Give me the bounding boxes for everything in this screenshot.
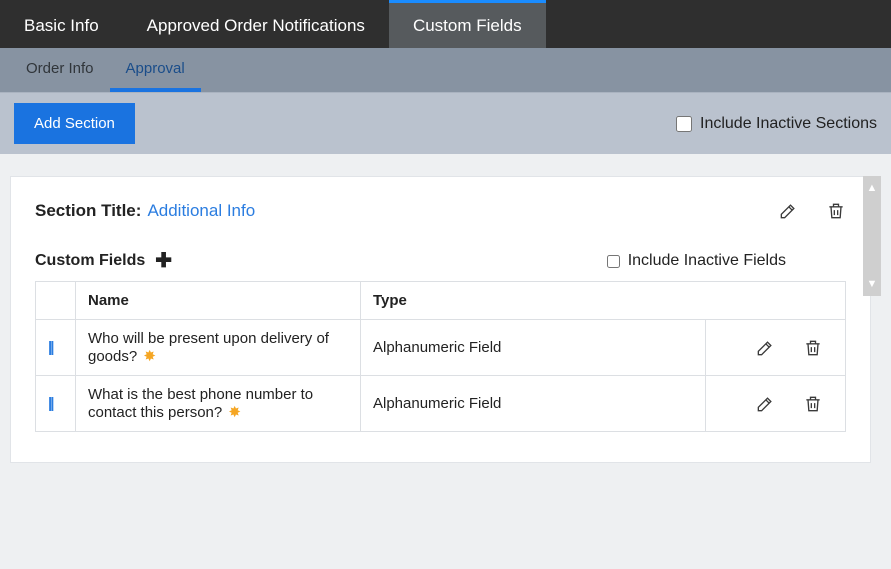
section-title-value[interactable]: Additional Info: [147, 201, 255, 221]
field-name-cell: Who will be present upon delivery of goo…: [76, 320, 361, 376]
column-header-type: Type: [361, 282, 846, 320]
field-name-cell: What is the best phone number to contact…: [76, 376, 361, 432]
required-star-icon: ✸: [143, 348, 156, 365]
trash-icon: [803, 338, 823, 358]
column-header-name: Name: [76, 282, 361, 320]
section-header: Section Title: Additional Info: [35, 201, 846, 221]
tab-custom-fields[interactable]: Custom Fields: [389, 0, 546, 48]
table-row: || What is the best phone number to cont…: [36, 376, 846, 432]
drag-handle-icon[interactable]: ||: [48, 395, 52, 412]
custom-fields-header: Custom Fields ✚ Include Inactive Fields: [35, 251, 846, 271]
edit-icon: [778, 201, 798, 221]
table-row: || Who will be present upon delivery of …: [36, 320, 846, 376]
trash-icon: [803, 394, 823, 414]
delete-section-button[interactable]: [826, 201, 846, 221]
edit-field-button[interactable]: [755, 394, 775, 414]
sub-tab-bar: Order Info Approval: [0, 48, 891, 92]
action-bar: Add Section Include Inactive Sections: [0, 92, 891, 154]
subtab-order-info[interactable]: Order Info: [10, 48, 110, 92]
custom-fields-table: Name Type || Who will be present upon de…: [35, 281, 846, 432]
include-inactive-sections-row[interactable]: Include Inactive Sections: [676, 115, 877, 133]
scroll-up-icon[interactable]: ▲: [867, 182, 878, 194]
scroll-down-icon[interactable]: ▼: [867, 278, 878, 290]
include-inactive-sections-checkbox[interactable]: [676, 116, 692, 132]
plus-icon: ✚: [155, 250, 172, 272]
edit-icon: [755, 394, 775, 414]
section-title-label: Section Title:: [35, 201, 141, 221]
field-name-text: Who will be present upon delivery of goo…: [88, 330, 329, 365]
drag-handle-icon[interactable]: ||: [48, 339, 52, 356]
include-inactive-sections-label: Include Inactive Sections: [700, 115, 877, 133]
edit-section-button[interactable]: [778, 201, 798, 221]
required-star-icon: ✸: [228, 404, 241, 421]
tab-basic-info[interactable]: Basic Info: [0, 0, 123, 48]
include-inactive-fields-label: Include Inactive Fields: [628, 252, 786, 270]
main-tab-bar: Basic Info Approved Order Notifications …: [0, 0, 891, 48]
delete-field-button[interactable]: [803, 338, 823, 358]
subtab-approval[interactable]: Approval: [110, 48, 201, 92]
edit-icon: [755, 338, 775, 358]
custom-fields-label: Custom Fields: [35, 252, 145, 270]
field-type-cell: Alphanumeric Field: [361, 320, 706, 376]
add-section-button[interactable]: Add Section: [14, 103, 135, 144]
field-name-text: What is the best phone number to contact…: [88, 386, 313, 421]
include-inactive-fields-row[interactable]: Include Inactive Fields: [607, 252, 786, 270]
table-header-row: Name Type: [36, 282, 846, 320]
scroll-strip[interactable]: ▲ ▼: [863, 176, 881, 296]
tab-approved-order-notifications[interactable]: Approved Order Notifications: [123, 0, 389, 48]
edit-field-button[interactable]: [755, 338, 775, 358]
include-inactive-fields-checkbox[interactable]: [607, 255, 620, 268]
delete-field-button[interactable]: [803, 394, 823, 414]
field-type-cell: Alphanumeric Field: [361, 376, 706, 432]
section-panel: Section Title: Additional Info Custom Fi…: [10, 176, 871, 463]
trash-icon: [826, 201, 846, 221]
add-field-button[interactable]: ✚: [155, 251, 172, 271]
